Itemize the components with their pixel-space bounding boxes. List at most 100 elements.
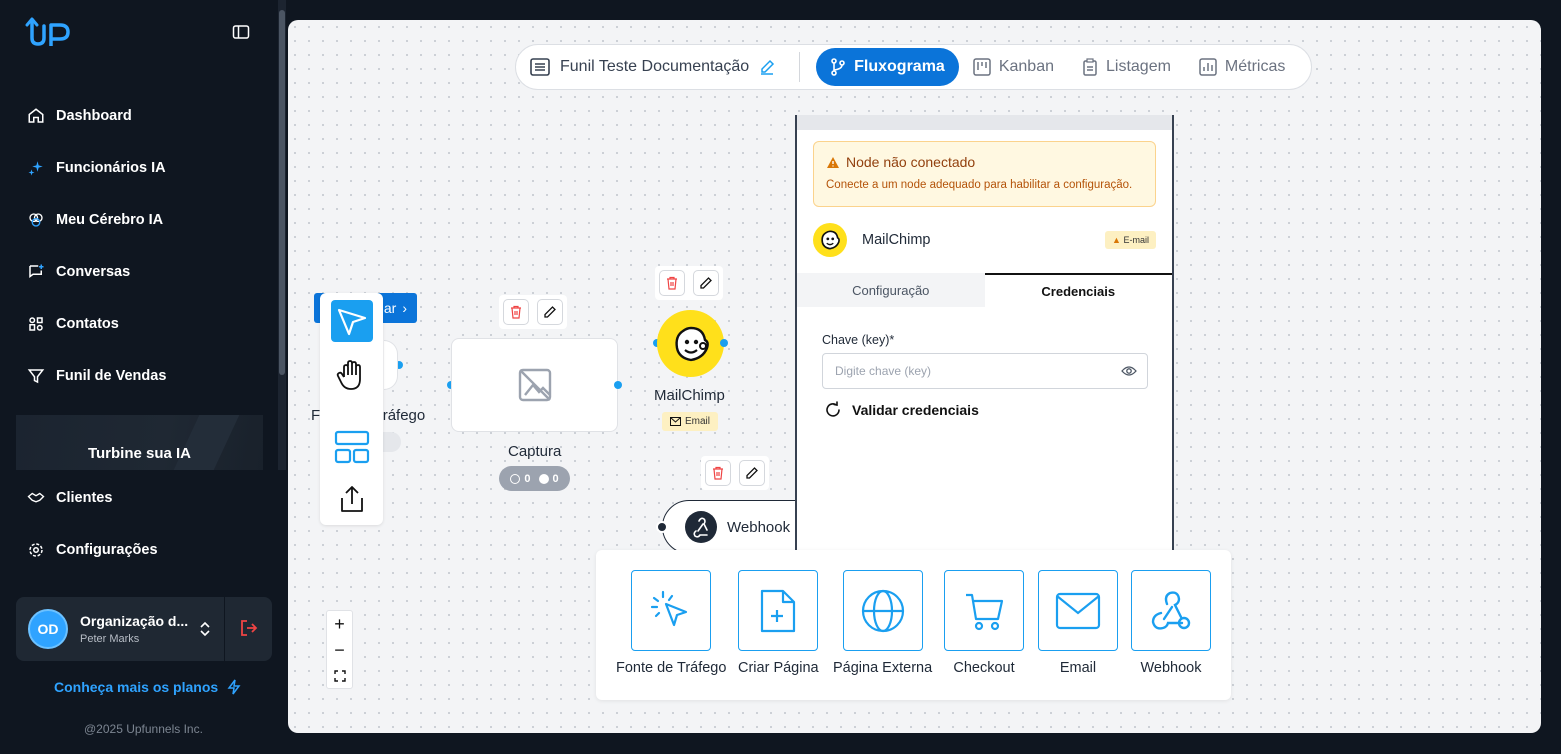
node-action-label: ar <box>383 300 397 316</box>
webhook-icon <box>1151 590 1191 630</box>
zoom-out-button[interactable]: − <box>327 637 352 663</box>
fonte-node[interactable] <box>384 340 398 390</box>
palette-email[interactable]: Email <box>1038 570 1118 676</box>
warning-description: Conecte a um node adequado para habilita… <box>826 179 1133 191</box>
flow-canvas[interactable]: Funil Teste Documentação Fluxograma Kanb… <box>288 20 1541 733</box>
org-name: Organização d... <box>80 613 189 629</box>
stat-b: 0 <box>552 472 559 485</box>
captura-label: Captura <box>508 443 562 460</box>
node-handle[interactable] <box>720 339 728 347</box>
organization-switcher[interactable]: OD Organização d... Peter Marks <box>16 597 272 661</box>
app-logo[interactable] <box>24 16 72 48</box>
sparkles-icon <box>27 159 45 177</box>
tab-listagem[interactable]: Listagem <box>1068 48 1185 86</box>
mailchimp-node-tools <box>655 266 723 300</box>
node-type-label: E-mail <box>1123 235 1149 245</box>
sidebar-item-contatos[interactable]: Contatos <box>0 298 278 350</box>
chart-icon <box>1199 58 1217 76</box>
plans-link-label: Conheça mais os planos <box>54 679 219 695</box>
palette-fonte-de-trafego[interactable]: Fonte de Tráfego <box>616 570 726 676</box>
node-handle[interactable] <box>614 381 622 389</box>
funnel-title[interactable]: Funil Teste Documentação <box>530 58 775 76</box>
avatar: OD <box>28 609 68 649</box>
sidebar-item-funil[interactable]: Funil de Vendas <box>0 350 278 402</box>
validate-credentials-button[interactable]: Validar credenciais <box>824 401 1172 419</box>
zoom-in-button[interactable]: + <box>327 611 352 637</box>
refresh-icon <box>826 401 840 417</box>
mailchimp-logo-icon <box>674 326 709 361</box>
tab-fluxograma[interactable]: Fluxograma <box>816 48 959 86</box>
edit-button[interactable] <box>537 299 563 325</box>
share-tool[interactable] <box>331 478 373 520</box>
warning-alert: Node não conectado Conecte a um node ade… <box>813 141 1156 207</box>
funnel-name: Funil Teste Documentação <box>560 58 750 75</box>
pencil-icon <box>700 277 712 289</box>
sidebar-item-cerebro[interactable]: Meu Cérebro IA <box>0 194 278 246</box>
fit-view-button[interactable] <box>327 663 352 689</box>
delete-button[interactable] <box>659 270 685 296</box>
select-tool[interactable] <box>331 300 373 342</box>
captura-node-tools <box>499 295 567 329</box>
mailchimp-logo-icon <box>813 223 847 257</box>
pencil-icon[interactable] <box>759 59 775 75</box>
palette-item-label: Página Externa <box>833 660 933 676</box>
document-icon <box>530 58 550 76</box>
palette-criar-pagina[interactable]: Criar Página <box>738 570 819 676</box>
eye-icon[interactable] <box>1121 365 1137 377</box>
chat-icon <box>27 263 45 281</box>
mailchimp-node[interactable] <box>657 310 724 377</box>
delete-button[interactable] <box>705 460 731 486</box>
webhook-node-tools <box>701 456 769 490</box>
sidebar-item-funcionarios[interactable]: Funcionários IA <box>0 142 278 194</box>
file-plus-icon <box>761 589 796 632</box>
palette-pagina-externa[interactable]: Página Externa <box>833 570 932 676</box>
sidebar-scrollbar[interactable] <box>278 0 286 470</box>
edit-button[interactable] <box>739 460 765 486</box>
copyright: @2025 Upfunnels Inc. <box>84 722 203 736</box>
contacts-icon <box>27 315 45 333</box>
email-badge: Email <box>662 412 718 431</box>
sidebar-item-conversas[interactable]: Conversas <box>0 246 278 298</box>
trash-icon <box>667 276 677 290</box>
image-off-icon <box>518 368 551 402</box>
palette-item-label: Webhook <box>1140 660 1202 676</box>
tab-label: Métricas <box>1224 58 1286 75</box>
brain-icon <box>27 211 45 229</box>
globe-icon <box>861 589 904 632</box>
sidebar-toggle-icon[interactable] <box>232 24 252 40</box>
logout-icon[interactable] <box>240 619 258 637</box>
chevron-updown-icon[interactable] <box>198 621 212 637</box>
tab-credenciais[interactable]: Credenciais <box>984 273 1172 307</box>
palette-checkout[interactable]: Checkout <box>944 570 1024 676</box>
palette-webhook[interactable]: Webhook <box>1131 570 1211 676</box>
clipboard-icon <box>1083 58 1097 76</box>
pencil-icon <box>746 467 758 479</box>
promo-text: Turbine sua IA <box>87 445 192 462</box>
tab-configuracao[interactable]: Configuração <box>797 273 985 307</box>
edit-button[interactable] <box>693 270 719 296</box>
sidebar-item-label: Funil de Vendas <box>56 368 167 384</box>
sidebar-item-configuracoes[interactable]: Configurações <box>0 524 278 576</box>
sidebar-item-label: Clientes <box>56 490 113 506</box>
sidebar-item-clientes[interactable]: Clientes <box>0 472 278 524</box>
tab-metricas[interactable]: Métricas <box>1185 48 1299 86</box>
delete-button[interactable] <box>503 299 529 325</box>
node-handle[interactable] <box>656 521 668 533</box>
main-nav: Dashboard Funcionários IA Meu Cérebro IA… <box>0 90 278 402</box>
pencil-icon <box>544 306 556 318</box>
tab-kanban[interactable]: Kanban <box>959 48 1068 86</box>
webhook-icon <box>685 511 717 543</box>
sidebar-item-label: Meu Cérebro IA <box>56 212 164 228</box>
promo-banner[interactable]: Turbine sua IA <box>16 415 263 470</box>
email-badge-label: Email <box>684 416 710 427</box>
layout-tool[interactable] <box>331 426 373 468</box>
pan-tool[interactable] <box>331 354 373 396</box>
git-branch-icon <box>831 58 845 76</box>
key-input[interactable] <box>835 364 1121 378</box>
chevron-right-icon: › <box>402 300 407 316</box>
sidebar-item-dashboard[interactable]: Dashboard <box>0 90 278 142</box>
home-icon <box>27 107 45 125</box>
plans-link[interactable]: Conheça mais os planos <box>54 679 242 695</box>
fonte-node-chip <box>383 432 401 452</box>
captura-node[interactable] <box>451 338 618 432</box>
